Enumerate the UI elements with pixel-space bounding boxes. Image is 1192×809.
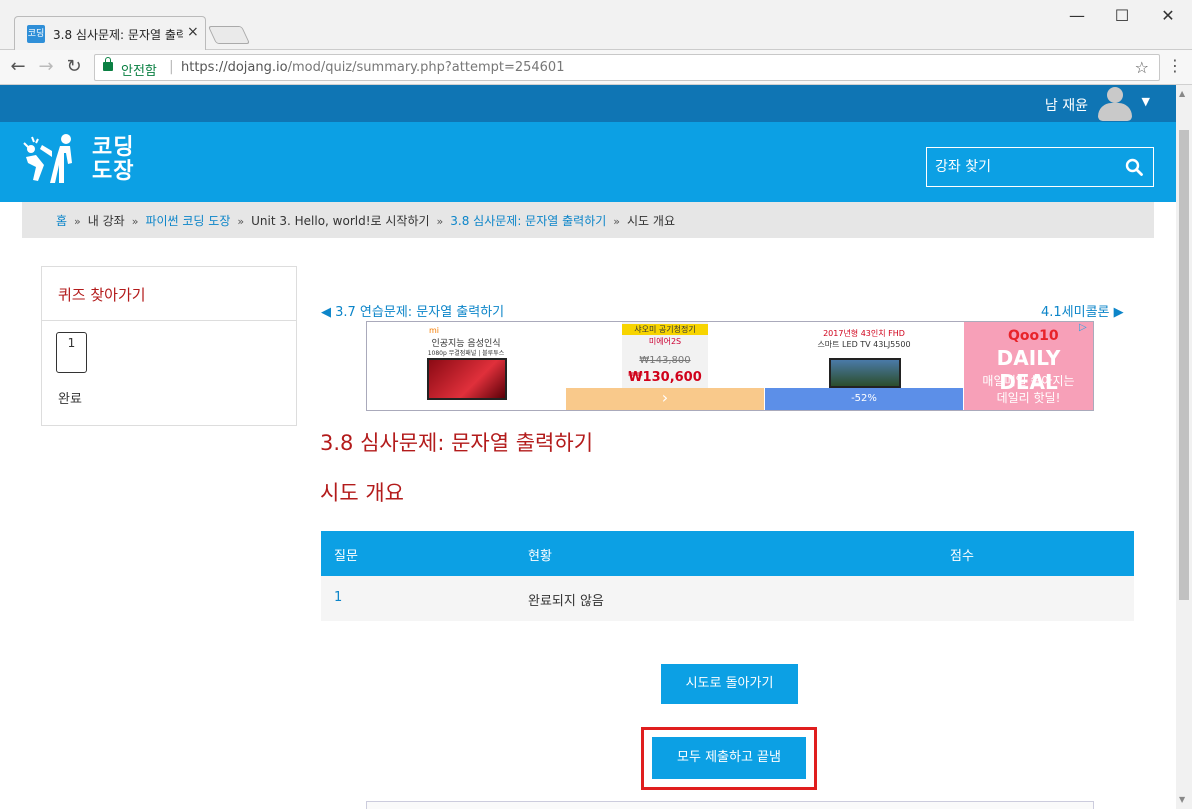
lock-icon: [103, 57, 113, 71]
page-viewport: 남 재윤 ▼ 코딩 도장 강좌 찾기 홈 » 내 강좌 » 파이썬 코딩 도장 …: [0, 85, 1176, 809]
reload-icon[interactable]: ↻: [62, 56, 86, 77]
table-header: 질문 현황 점수: [321, 531, 1134, 576]
quiz-finish-link[interactable]: 완료: [58, 388, 82, 407]
logo-text-line1: 코딩: [92, 135, 135, 160]
scroll-up-icon[interactable]: ▲: [1179, 89, 1185, 98]
address-bar[interactable]: 안전함 | https://dojang.io/mod/quiz/summary…: [94, 54, 1160, 81]
breadcrumb-separator: »: [74, 215, 81, 228]
logo-figure-icon[interactable]: [22, 133, 80, 185]
browser-tab[interactable]: 코딩 3.8 심사문제: 문자열 출력 ×: [14, 16, 206, 50]
next-activity-link[interactable]: 4.1세미콜론 ▶: [1041, 301, 1124, 320]
submit-all-finish-button[interactable]: 모두 제출하고 끝냄: [652, 737, 806, 779]
breadcrumb-separator: »: [613, 215, 621, 228]
breadcrumb-home[interactable]: 홈: [56, 214, 67, 228]
course-search-input[interactable]: [927, 148, 1117, 186]
tab-close-icon[interactable]: ×: [187, 24, 199, 40]
ad-product-tv2[interactable]: 2017년형 43인치 FHD 스마트 LED TV 43LJ5500 -52%: [765, 322, 963, 410]
back-arrow-icon[interactable]: ←: [6, 56, 30, 77]
ad-brand-mi: mi: [429, 326, 440, 335]
site-logo-text[interactable]: 코딩 도장: [92, 136, 134, 184]
question-nav-number: 1: [67, 336, 76, 350]
ad-cell2-top: 샤오미 공기청정기: [622, 324, 708, 335]
breadcrumb-separator: »: [436, 215, 444, 228]
user-name[interactable]: 남 재윤: [1045, 95, 1088, 115]
breadcrumb-separator: »: [131, 215, 139, 228]
user-bar: 남 재윤 ▼: [0, 85, 1176, 122]
search-icon[interactable]: [1125, 158, 1143, 176]
ad-discount-badge: -52%: [765, 388, 963, 410]
ad-cell2-old-price: ₩143,800: [639, 355, 691, 366]
user-menu-caret-icon[interactable]: ▼: [1142, 95, 1150, 108]
url-text[interactable]: https://dojang.io/mod/quiz/summary.php?a…: [181, 60, 564, 75]
breadcrumb: 홈 » 내 강좌 » 파이썬 코딩 도장 » Unit 3. Hello, world!로 …: [22, 202, 1154, 238]
browser-toolbar: ← → ↻ 안전함 | https://dojang.io/mod/quiz/s…: [0, 50, 1192, 85]
window-close-button[interactable]: ✕: [1153, 6, 1183, 25]
qoo10-logo: Qoo10: [1008, 328, 1059, 344]
attempt-summary-table: 질문 현황 점수 1 완료되지 않음: [321, 531, 1134, 621]
question-status: 완료되지 않음: [528, 594, 604, 609]
ad-product-purifier[interactable]: 샤오미 공기청정기 미에어2S ₩143,800 ₩130,600 ›: [566, 322, 764, 410]
browser-window: 코딩 3.8 심사문제: 문자열 출력 × — ☐ ✕ ← → ↻ 안전함 | …: [0, 0, 1192, 809]
browser-menu-icon[interactable]: ⋮: [1167, 56, 1183, 75]
quiz-navigation-block: 퀴즈 찾아가기 1 완료: [41, 266, 297, 426]
secure-label: 안전함: [121, 64, 157, 79]
ad-cell4-line2: 데일리 핫딜!: [996, 391, 1061, 405]
ad-cell4-line1: 매일매일 쏟아지는: [982, 374, 1075, 388]
scroll-down-icon[interactable]: ▼: [1179, 795, 1185, 804]
return-to-attempt-button[interactable]: 시도로 돌아가기: [661, 664, 798, 704]
new-tab-button[interactable]: [207, 26, 251, 44]
breadcrumb-my-courses: 내 강좌: [87, 214, 125, 228]
tab-strip: 코딩 3.8 심사문제: 문자열 출력 × — ☐ ✕: [0, 0, 1192, 50]
breadcrumb-current: 시도 개요: [627, 214, 675, 228]
site-favicon-icon: 코딩: [27, 25, 45, 43]
window-maximize-button[interactable]: ☐: [1107, 6, 1137, 25]
divider: [42, 320, 296, 321]
logo-text-line2: 도장: [92, 159, 135, 184]
url-path: /mod/quiz/summary.php?attempt=254601: [287, 60, 565, 75]
avatar-icon[interactable]: [1098, 87, 1132, 121]
breadcrumb-separator: »: [237, 215, 245, 228]
site-header: 코딩 도장: [0, 122, 1176, 202]
tab-title: 3.8 심사문제: 문자열 출력: [53, 28, 183, 42]
table-row: 1 완료되지 않음: [321, 576, 1134, 621]
bookmark-star-icon[interactable]: ☆: [1135, 58, 1149, 77]
ad-cell2-price: ₩130,600: [628, 370, 702, 385]
section-title: 시도 개요: [320, 481, 404, 505]
ad-qoo10[interactable]: Qoo10 DAILY DEAL 매일매일 쏟아지는 데일리 핫딜!: [964, 322, 1093, 410]
window-minimize-button[interactable]: —: [1062, 6, 1092, 25]
page-title: 3.8 심사문제: 문자열 출력하기: [320, 431, 594, 455]
col-status-header: 현황: [528, 549, 552, 564]
question-link[interactable]: 1: [334, 590, 342, 605]
breadcrumb-quiz[interactable]: 3.8 심사문제: 문자열 출력하기: [450, 214, 606, 228]
col-question-header: 질문: [334, 549, 358, 564]
ad-banner[interactable]: mi 인공지능 음성인식 1080p 무결점패널 | 블루투스 샤오미 공기청정…: [366, 321, 1094, 411]
col-score-header: 점수: [950, 549, 974, 564]
url-separator: |: [169, 59, 174, 75]
breadcrumb-unit: Unit 3. Hello, world!로 시작하기: [251, 214, 430, 228]
ad-cell3-top: 2017년형 43인치 FHD: [823, 329, 905, 338]
breadcrumb-course[interactable]: 파이썬 코딩 도장: [145, 214, 230, 228]
ad-cell3-sub: 스마트 LED TV 43LJ5500: [817, 340, 911, 349]
ad-product-tv[interactable]: mi 인공지능 음성인식 1080p 무결점패널 | 블루투스: [367, 322, 565, 410]
bottom-ad-banner[interactable]: [366, 801, 1094, 809]
course-search: [926, 147, 1154, 187]
ad-cell2-model: 미에어2S: [648, 337, 682, 346]
prev-activity-link[interactable]: ◀ 3.7 연습문제: 문자열 출력하기: [321, 301, 504, 320]
ad-next-arrow-icon[interactable]: ›: [566, 388, 764, 410]
url-host: https://dojang.io: [181, 60, 288, 75]
tv-image: [427, 358, 507, 400]
vertical-scrollbar[interactable]: ▲ ▼: [1176, 85, 1192, 809]
adchoices-icon[interactable]: ▷: [1079, 322, 1091, 334]
tv2-image: [829, 358, 901, 388]
question-nav-button[interactable]: 1: [56, 332, 87, 373]
scroll-thumb[interactable]: [1179, 130, 1189, 600]
ad-cell1-sub: 1080p 무결점패널 | 블루투스: [427, 350, 505, 357]
quiz-navigation-title: 퀴즈 찾아가기: [58, 286, 146, 304]
forward-arrow-icon[interactable]: →: [34, 56, 58, 77]
